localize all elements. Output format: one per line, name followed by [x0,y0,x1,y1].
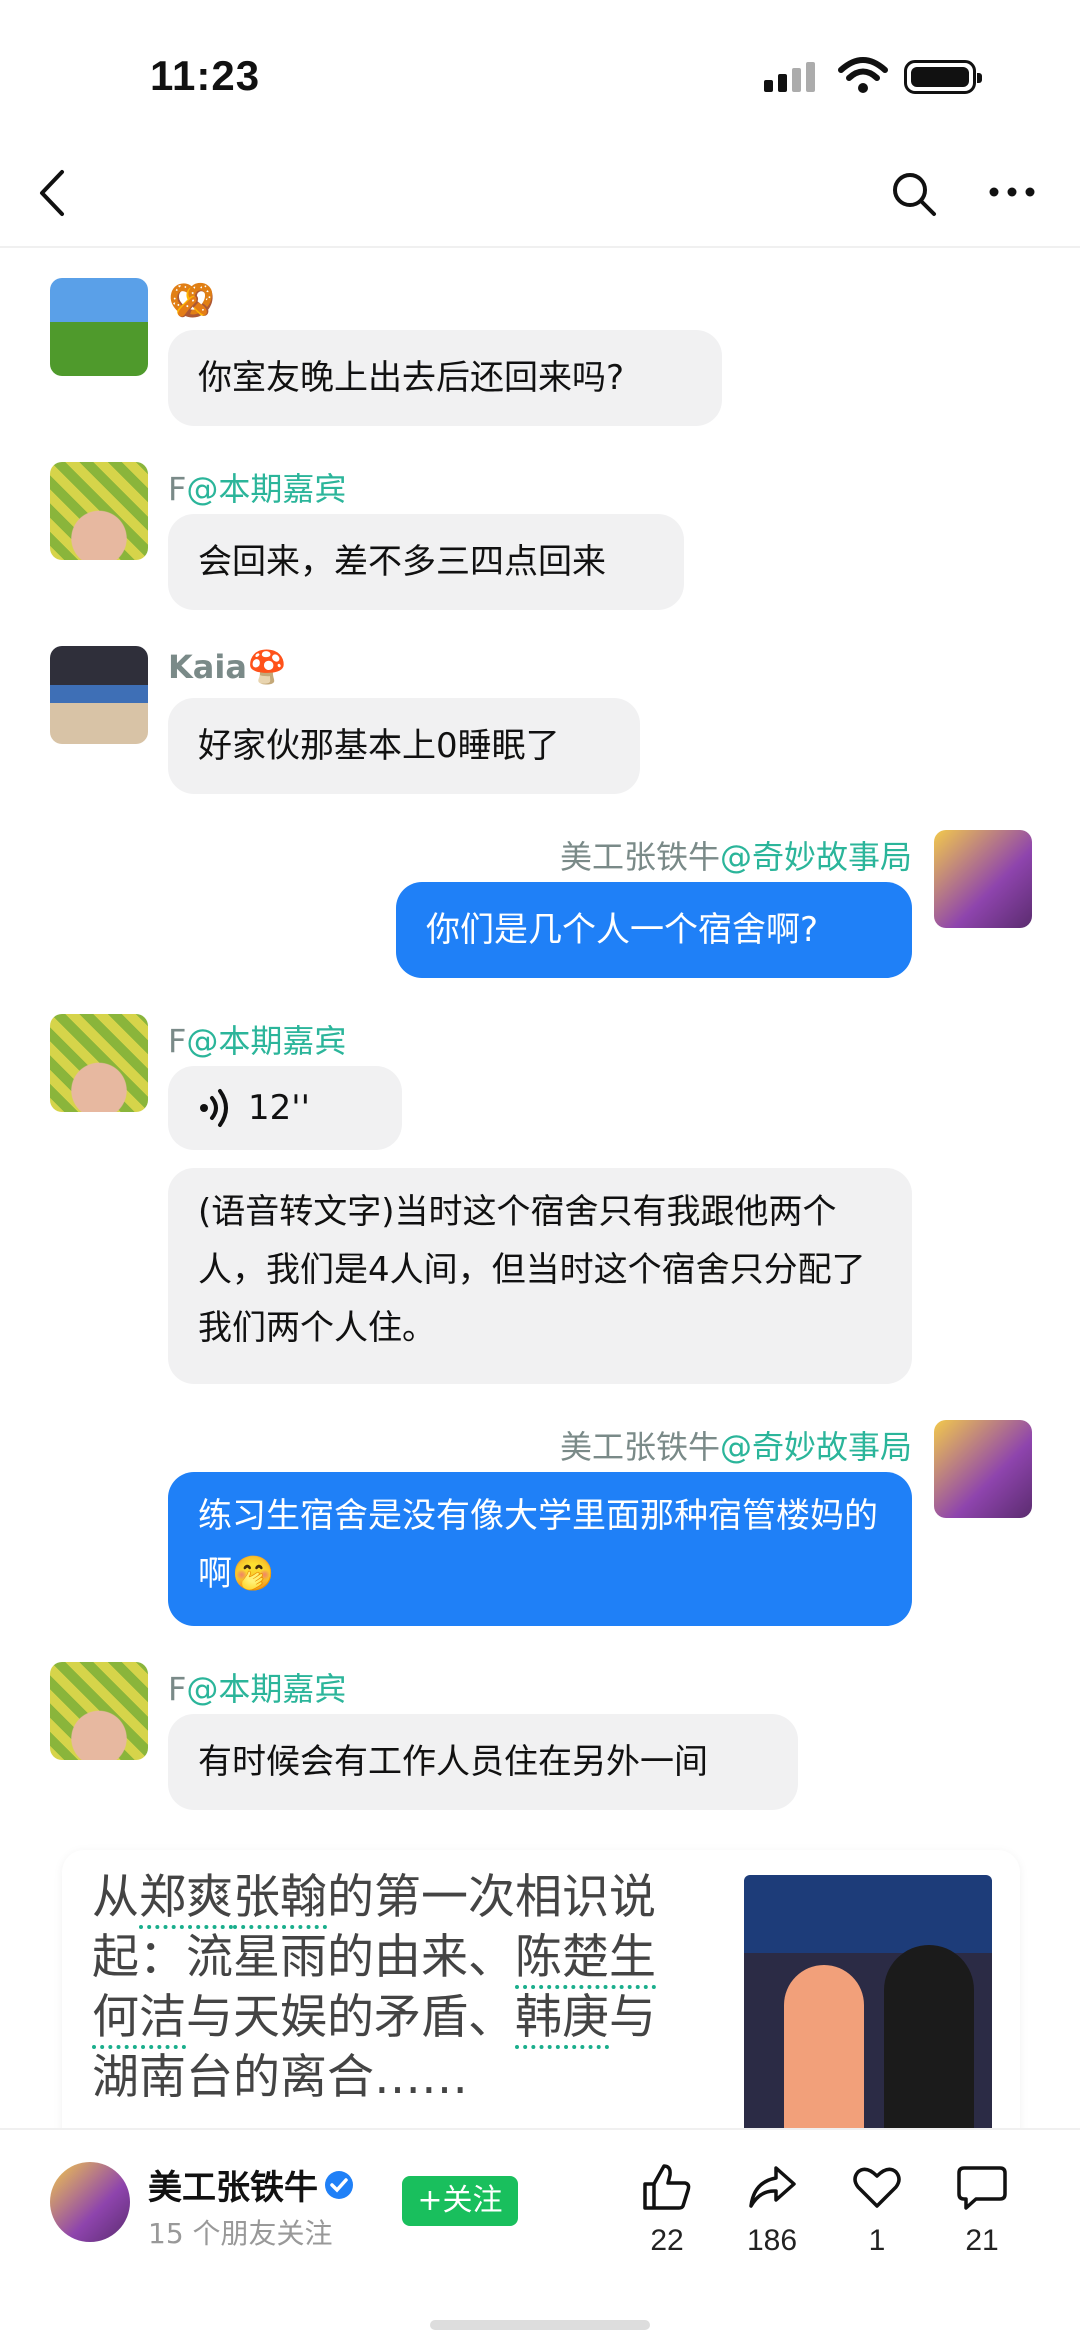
article-card[interactable]: 从郑爽张翰的第一次相识说起：流星雨的由来、陈楚生何洁与天娱的矛盾、韩庚与湖南台的… [62,1850,1020,2160]
message-bubble: 有时候会有工作人员住在另外一间 [168,1714,798,1810]
battery-icon [904,60,982,94]
like-count: 22 [650,2224,684,2257]
message-bubble: 你室友晚上出去后还回来吗? [168,330,722,426]
thumbs-up-icon [643,2164,691,2210]
share-count: 186 [746,2224,798,2257]
followers-info: 15 个朋友关注 [148,2217,333,2250]
avatar[interactable] [50,1014,148,1112]
avatar[interactable] [50,1662,148,1760]
comment-icon [957,2166,1007,2210]
follow-button[interactable]: +关注 [402,2176,518,2226]
cellular-signal-icon [764,62,815,92]
heart-icon [853,2167,901,2208]
author-avatar[interactable] [50,2162,130,2242]
article-title: 从郑爽张翰的第一次相识说起：流星雨的由来、陈楚生何洁与天娱的矛盾、韩庚与湖南台的… [92,1870,656,2105]
comment-count: 21 [965,2224,999,2257]
message-bubble: (语音转文字)当时这个宿舍只有我跟他两个人，我们是4人间，但当时这个宿舍只分配了… [168,1168,912,1384]
avatar[interactable] [934,830,1032,928]
home-indicator [430,2320,650,2330]
search-icon[interactable] [890,170,938,218]
voice-duration: 12'' [248,1088,310,1128]
avatar[interactable] [50,646,148,744]
sender-name: 美工张铁牛@奇妙故事局 [559,838,912,876]
bottom-bar: 美工张铁牛 15 个朋友关注 +关注 22 186 1 21 [0,2128,1080,2349]
share-action[interactable]: 186 [727,2162,817,2258]
sender-name: F@本期嘉宾 [168,1670,347,1708]
sender-name: 美工张铁牛@奇妙故事局 [559,1428,912,1466]
avatar[interactable] [50,462,148,560]
avatar[interactable] [50,278,148,376]
message-bubble: 好家伙那基本上0睡眠了 [168,698,640,794]
article-thumbnail [744,1875,992,2135]
sender-emoji: 🥨 [168,278,216,322]
verified-icon [325,2170,353,2199]
avatar[interactable] [934,1420,1032,1518]
back-icon[interactable] [36,168,72,218]
sender-name: F@本期嘉宾 [168,470,347,508]
wifi-icon [838,57,888,93]
comment-action[interactable]: 21 [937,2162,1027,2258]
message-bubble-mine: 你们是几个人一个宿舍啊? [396,882,912,978]
author-name: 美工张铁牛 [148,2168,318,2208]
sender-name: F@本期嘉宾 [168,1022,347,1060]
favorite-action[interactable]: 1 [832,2162,922,2258]
share-icon [749,2166,796,2208]
nav-divider [0,246,1080,248]
more-icon[interactable] [988,186,1036,198]
message-bubble: 会回来，差不多三四点回来 [168,514,684,610]
voice-wave-icon [200,1089,228,1127]
author-name-row[interactable]: 美工张铁牛 [148,2160,354,2209]
status-time: 11:23 [150,52,261,99]
favorite-count: 1 [868,2224,886,2257]
like-action[interactable]: 22 [622,2162,712,2258]
voice-message[interactable]: 12'' [168,1066,402,1150]
message-bubble-mine: 练习生宿舍是没有像大学里面那种宿管楼妈的啊🤭 [168,1472,912,1626]
sender-name: Kaia🍄 [168,648,287,686]
